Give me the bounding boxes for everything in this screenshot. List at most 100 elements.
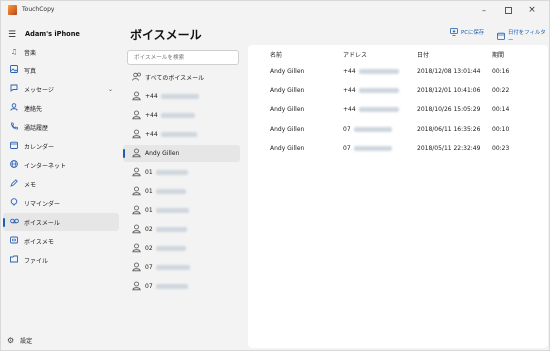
sidebar-item-label: 通話履歴 [24,124,49,132]
redacted-number [160,113,195,118]
cell-name: Andy Gillen [270,87,305,94]
person-icon [132,224,141,234]
person-icon [132,110,141,120]
contact-label: 07 [145,283,153,290]
contact-label: +44 [145,112,158,119]
sidebar-item-calendar[interactable]: カレンダー [3,137,119,155]
maximize-button[interactable] [497,3,519,17]
column-header-name[interactable]: 名前 [270,50,282,59]
cell-name: Andy Gillen [270,145,305,152]
cell-duration: 00:16 [492,68,510,75]
redacted-number [358,107,399,112]
app-window: TouchCopy – × ☰ Adam's iPhone ♫ 音楽 写真 メッ… [0,0,550,351]
page-title: ボイスメール [130,28,202,42]
redacted-number [155,265,190,270]
cell-date: 2018/12/01 10:41:06 [417,87,481,94]
date-filter-label: 日付をフィルター [508,30,546,44]
contact-item[interactable]: +44 [123,126,240,143]
table-row[interactable]: Andy Gillen +44 2018/12/08 13:01:44 00:1… [248,64,548,84]
note-icon [9,179,19,189]
redacted-number [160,132,197,137]
people-icon [132,72,141,82]
sidebar-item-internet[interactable]: インターネット [3,156,119,174]
sidebar-item-label: ファイル [24,257,49,265]
save-to-pc-icon [450,28,458,36]
contact-label: すべてのボイスメール [145,75,205,82]
date-filter-button[interactable]: 日付をフィルター [497,28,549,44]
column-header-address[interactable]: アドレス [343,50,367,59]
cell-date: 2018/05/11 22:32:49 [417,145,481,152]
voice-memo-icon [9,236,19,246]
cell-address: 07 [343,126,351,133]
photo-icon [9,65,19,75]
contact-item[interactable]: +44 [123,88,240,105]
calendar-filter-icon [497,32,505,40]
person-icon [132,167,141,177]
voicemail-icon [9,217,19,227]
sidebar-item-files[interactable]: ファイル [3,251,119,269]
redacted-number [155,189,186,194]
sidebar-item-notes[interactable]: メモ [3,175,119,193]
redacted-number [155,227,187,232]
cell-date: 2018/10/26 15:05:29 [417,106,481,113]
cell-name: Andy Gillen [270,106,305,113]
person-icon [132,129,141,139]
sidebar-item-voice-memos[interactable]: ボイスメモ [3,232,119,250]
minimize-button[interactable]: – [473,3,495,17]
column-header-date[interactable]: 日付 [417,50,429,59]
close-button[interactable]: × [521,3,543,17]
globe-icon [9,160,19,170]
contact-item[interactable]: 01 [123,164,240,181]
contact-item[interactable]: 01 [123,202,240,219]
person-icon [132,281,141,291]
contact-label: +44 [145,93,158,100]
sidebar-item-photos[interactable]: 写真 [3,61,119,79]
voicemail-table: 名前 アドレス 日付 期間 Andy Gillen +44 2018/12/08… [248,45,548,348]
contact-item[interactable]: 02 [123,221,240,238]
contact-item[interactable]: 01 [123,183,240,200]
sidebar-item-label: 連絡先 [24,105,43,113]
settings-button[interactable]: ⚙ 設定 [7,336,32,345]
cell-address: 07 [343,145,351,152]
app-title: TouchCopy [22,6,55,13]
chevron-down-icon[interactable]: ⌄ [108,86,113,93]
device-name: Adam's iPhone [25,30,80,38]
save-to-pc-label: PCに保存 [461,30,485,36]
contact-label: 02 [145,245,153,252]
save-to-pc-button[interactable]: PCに保存 [450,28,484,36]
table-row[interactable]: Andy Gillen +44 2018/12/01 10:41:06 00:2… [248,83,548,103]
table-row[interactable]: Andy Gillen 07 2018/06/11 16:35:26 00:10 [248,122,548,142]
folder-icon [9,255,19,265]
sidebar-item-messages[interactable]: メッセージ ⌄ [3,80,119,98]
music-note-icon: ♫ [10,48,18,56]
contact-item-selected[interactable]: Andy Gillen [123,145,240,162]
contact-item[interactable]: +44 [123,107,240,124]
sidebar-item-call-log[interactable]: 通話履歴 [3,118,119,136]
title-bar: TouchCopy – × [1,1,550,19]
table-row[interactable]: Andy Gillen 07 2018/05/11 22:32:49 00:23 [248,141,548,161]
contact-item[interactable]: 07 [123,278,240,295]
cell-name: Andy Gillen [270,126,305,133]
redacted-number [155,284,188,289]
contact-item[interactable]: 02 [123,240,240,257]
sidebar-item-voicemail[interactable]: ボイスメール [3,213,119,231]
sidebar-item-contacts[interactable]: 連絡先 [3,99,119,117]
maximize-icon [504,6,512,14]
hamburger-menu-icon[interactable]: ☰ [8,30,16,40]
contact-item[interactable]: 07 [123,259,240,276]
contact-label: 02 [145,226,153,233]
sidebar-item-music[interactable]: ♫ 音楽 [3,43,119,61]
contact-label: 07 [145,264,153,271]
person-icon [132,91,141,101]
contact-label: 01 [145,188,153,195]
contact-item-all[interactable]: すべてのボイスメール [123,69,240,86]
column-header-duration[interactable]: 期間 [492,50,504,59]
search-input[interactable] [127,50,239,65]
contact-label: +44 [145,131,158,138]
sidebar-item-reminders[interactable]: リマインダー [3,194,119,212]
sidebar-item-label: 写真 [24,67,37,75]
redacted-number [160,94,199,99]
redacted-number [353,127,392,132]
table-row[interactable]: Andy Gillen +44 2018/10/26 15:05:29 00:1… [248,102,548,122]
settings-label: 設定 [20,338,33,345]
